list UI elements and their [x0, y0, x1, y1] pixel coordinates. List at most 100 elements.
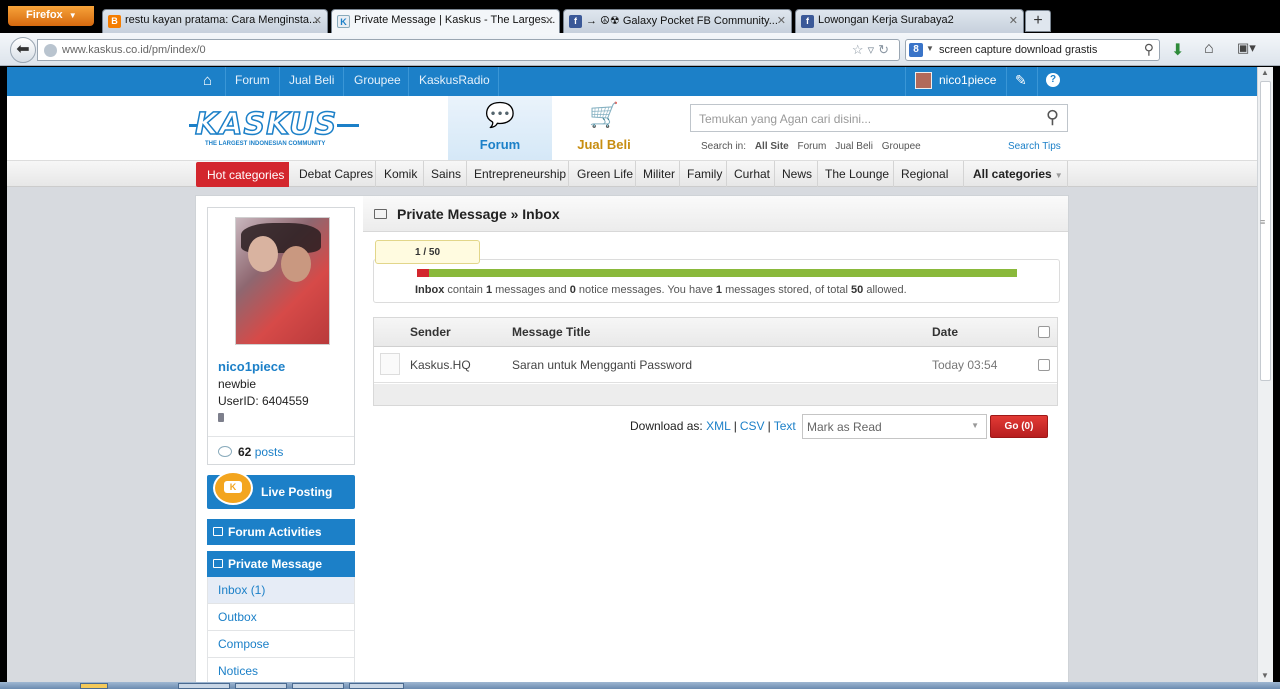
search-icon[interactable]: ⚲ — [1144, 41, 1154, 58]
category-green-life[interactable]: Green Life — [577, 167, 633, 181]
category-entrepreneurship[interactable]: Entrepreneurship — [474, 167, 566, 181]
category-family[interactable]: Family — [687, 167, 722, 181]
quota-progress-bar — [417, 269, 1017, 277]
category-sains[interactable]: Sains — [431, 167, 461, 181]
sidebar-item-notices[interactable]: Notices — [207, 658, 355, 682]
category-debat-capres[interactable]: Debat Capres — [299, 167, 373, 181]
live-posting-label: Live Posting — [261, 485, 333, 499]
topnav-link-jualbeli[interactable]: Jual Beli — [289, 73, 334, 87]
vertical-scrollbar[interactable]: ▲ ≡ ▼ — [1257, 67, 1273, 682]
message-title[interactable]: Saran untuk Mengganti Password — [512, 358, 692, 372]
divider — [568, 161, 569, 187]
topnav-link-kaskusradio[interactable]: KaskusRadio — [419, 73, 490, 87]
taskbar-button[interactable] — [80, 683, 108, 689]
blogger-favicon-icon: B — [108, 15, 121, 28]
taskbar-button[interactable] — [235, 683, 287, 689]
scope-all-site[interactable]: All Site — [755, 141, 789, 152]
tab-forum[interactable]: 💬 Forum — [448, 96, 552, 160]
divider — [679, 161, 680, 187]
home-icon[interactable]: ⌂ — [203, 72, 212, 89]
category-the-lounge[interactable]: The Lounge — [825, 167, 889, 181]
message-table: Sender Message Title Date Kaskus.HQ Sara… — [373, 317, 1058, 406]
profile-username[interactable]: nico1piece — [218, 359, 285, 374]
taskbar-button[interactable] — [349, 683, 404, 689]
bookmark-star-icon[interactable]: ☆ — [852, 42, 868, 57]
pencil-icon[interactable]: ✎ — [1015, 72, 1027, 89]
new-tab-button[interactable]: + — [1025, 10, 1051, 32]
live-posting-button[interactable]: K Live Posting — [207, 471, 355, 509]
taskbar-button[interactable] — [292, 683, 344, 689]
browser-tab[interactable]: B restu kayan pratama: Cara Menginsta...… — [102, 9, 328, 33]
sidebar-item-compose[interactable]: Compose — [207, 631, 355, 658]
help-icon[interactable]: ? — [1046, 73, 1060, 87]
message-sender[interactable]: Kaskus.HQ — [410, 358, 471, 372]
topnav-username[interactable]: nico1piece — [939, 73, 996, 87]
close-tab-icon[interactable]: ✕ — [777, 14, 786, 27]
download-icon[interactable]: ⬇ — [1171, 40, 1184, 60]
divider — [817, 161, 818, 187]
pm-header: Private Message » Inbox — [363, 196, 1068, 232]
category-regional[interactable]: Regional — [901, 167, 948, 181]
sidebar-item-outbox[interactable]: Outbox — [207, 604, 355, 631]
tab-jualbeli-label: Jual Beli — [577, 137, 631, 152]
topnav-link-groupee[interactable]: Groupee — [354, 73, 401, 87]
window-edge — [1273, 67, 1280, 682]
taskbar-button[interactable] — [178, 683, 230, 689]
scope-jualbeli[interactable]: Jual Beli — [835, 141, 873, 152]
download-text-link[interactable]: Text — [774, 419, 796, 433]
scroll-up-icon[interactable]: ▲ — [1261, 68, 1269, 77]
close-tab-icon[interactable]: ✕ — [1009, 14, 1018, 27]
message-checkbox[interactable] — [1038, 359, 1050, 371]
download-csv-link[interactable]: CSV — [740, 419, 765, 433]
sidebar-item-inbox[interactable]: Inbox (1) — [207, 577, 355, 604]
table-row[interactable]: Kaskus.HQ Saran untuk Mengganti Password… — [374, 347, 1057, 383]
bookmarks-menu-icon[interactable]: ▣▾ — [1237, 40, 1256, 56]
url-bar[interactable]: www.kaskus.co.id/pm/index/0 ☆▿↻ — [37, 39, 900, 61]
firefox-menu-button[interactable]: Firefox ▼ — [8, 6, 94, 26]
close-tab-icon[interactable]: ✕ — [545, 14, 554, 27]
search-tips-link[interactable]: Search Tips — [1008, 141, 1061, 152]
profile-posts-link[interactable]: 62 posts — [218, 445, 283, 459]
column-title[interactable]: Message Title — [512, 325, 590, 339]
browser-tab[interactable]: f → ☮☢ Galaxy Pocket FB Community... ✕ — [563, 9, 792, 33]
browser-tab-active[interactable]: K Private Message | Kaskus - The Larges.… — [331, 9, 560, 34]
reload-icon[interactable]: ↻ — [878, 42, 893, 57]
column-sender[interactable]: Sender — [410, 325, 451, 339]
back-button[interactable]: ⬅ — [10, 37, 36, 63]
profile-photo[interactable] — [235, 217, 330, 345]
tab-title: Lowongan Kerja Surabaya2 — [818, 14, 954, 26]
hot-categories-label[interactable]: Hot categories — [196, 162, 289, 187]
tab-jualbeli[interactable]: 🛒 Jual Beli — [552, 96, 656, 160]
sidebar-forum-activities[interactable]: Forum Activities — [207, 519, 355, 545]
category-militer[interactable]: Militer — [643, 167, 675, 181]
user-avatar-small[interactable] — [915, 72, 932, 89]
scrollbar-thumb[interactable] — [1260, 81, 1271, 381]
kaskus-logo[interactable]: KASKUS THE LARGEST INDONESIAN COMMUNITY — [189, 109, 365, 150]
all-categories-dropdown[interactable]: All categories ▼ — [973, 167, 1063, 181]
search-icon[interactable]: ⚲ — [1046, 107, 1059, 128]
browser-tab[interactable]: f Lowongan Kerja Surabaya2 ✕ — [795, 9, 1024, 33]
topnav-link-forum[interactable]: Forum — [235, 73, 270, 87]
scope-groupee[interactable]: Groupee — [882, 141, 921, 152]
column-date[interactable]: Date — [932, 325, 958, 339]
divider — [774, 161, 775, 187]
dropdown-icon[interactable]: ▿ — [868, 42, 879, 57]
browser-search-bar[interactable]: 8 ▼ screen capture download grastis ⚲ — [905, 39, 1160, 61]
category-komik[interactable]: Komik — [384, 167, 417, 181]
comment-bubble-icon — [218, 446, 232, 457]
close-tab-icon[interactable]: ✕ — [313, 14, 322, 27]
go-button[interactable]: Go (0) — [990, 415, 1048, 438]
divider: | — [733, 419, 737, 433]
site-search-input[interactable]: Temukan yang Agan cari disini... ⚲ — [690, 104, 1068, 132]
action-select[interactable]: Mark as Read ▼ — [802, 414, 987, 439]
scroll-down-icon[interactable]: ▼ — [1261, 671, 1269, 680]
category-news[interactable]: News — [782, 167, 812, 181]
home-icon[interactable]: ⌂ — [1204, 40, 1214, 58]
chevron-down-icon[interactable]: ▼ — [926, 44, 934, 53]
scope-forum[interactable]: Forum — [798, 141, 827, 152]
select-all-checkbox[interactable] — [1038, 326, 1050, 338]
download-xml-link[interactable]: XML — [706, 419, 731, 433]
search-engine-icon[interactable]: 8 — [909, 43, 923, 57]
category-curhat[interactable]: Curhat — [734, 167, 770, 181]
sidebar-private-message[interactable]: Private Message — [207, 551, 355, 577]
